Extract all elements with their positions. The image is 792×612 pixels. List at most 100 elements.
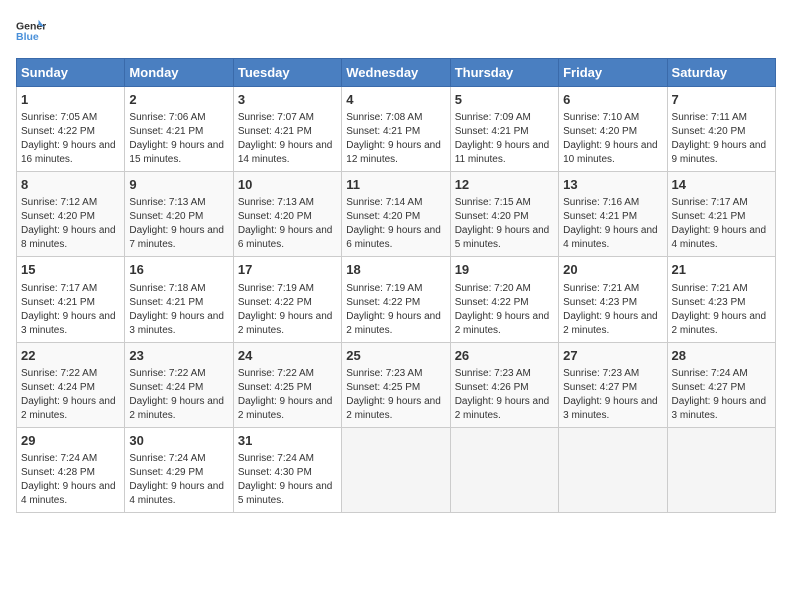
day-info: Sunrise: 7:16 AM Sunset: 4:21 PM Dayligh… bbox=[563, 196, 662, 252]
calendar-cell: 22 Sunrise: 7:22 AM Sunset: 4:24 PM Dayl… bbox=[17, 342, 125, 427]
day-info: Sunrise: 7:14 AM Sunset: 4:20 PM Dayligh… bbox=[346, 196, 445, 252]
calendar-cell: 21 Sunrise: 7:21 AM Sunset: 4:23 PM Dayl… bbox=[667, 257, 775, 342]
day-number: 11 bbox=[346, 176, 445, 194]
calendar-cell: 4 Sunrise: 7:08 AM Sunset: 4:21 PM Dayli… bbox=[342, 87, 450, 172]
calendar-week-row: 8 Sunrise: 7:12 AM Sunset: 4:20 PM Dayli… bbox=[17, 172, 776, 257]
calendar-cell: 2 Sunrise: 7:06 AM Sunset: 4:21 PM Dayli… bbox=[125, 87, 233, 172]
calendar-week-row: 22 Sunrise: 7:22 AM Sunset: 4:24 PM Dayl… bbox=[17, 342, 776, 427]
day-number: 2 bbox=[129, 91, 228, 109]
calendar-cell: 27 Sunrise: 7:23 AM Sunset: 4:27 PM Dayl… bbox=[559, 342, 667, 427]
calendar-cell: 18 Sunrise: 7:19 AM Sunset: 4:22 PM Dayl… bbox=[342, 257, 450, 342]
day-number: 18 bbox=[346, 261, 445, 279]
day-number: 31 bbox=[238, 432, 337, 450]
calendar-cell: 25 Sunrise: 7:23 AM Sunset: 4:25 PM Dayl… bbox=[342, 342, 450, 427]
calendar: SundayMondayTuesdayWednesdayThursdayFrid… bbox=[16, 58, 776, 513]
day-info: Sunrise: 7:05 AM Sunset: 4:22 PM Dayligh… bbox=[21, 111, 120, 167]
calendar-cell: 15 Sunrise: 7:17 AM Sunset: 4:21 PM Dayl… bbox=[17, 257, 125, 342]
day-info: Sunrise: 7:15 AM Sunset: 4:20 PM Dayligh… bbox=[455, 196, 554, 252]
day-number: 24 bbox=[238, 347, 337, 365]
day-info: Sunrise: 7:21 AM Sunset: 4:23 PM Dayligh… bbox=[563, 282, 662, 338]
calendar-cell: 17 Sunrise: 7:19 AM Sunset: 4:22 PM Dayl… bbox=[233, 257, 341, 342]
day-number: 10 bbox=[238, 176, 337, 194]
day-info: Sunrise: 7:08 AM Sunset: 4:21 PM Dayligh… bbox=[346, 111, 445, 167]
calendar-cell: 31 Sunrise: 7:24 AM Sunset: 4:30 PM Dayl… bbox=[233, 427, 341, 512]
svg-text:Blue: Blue bbox=[16, 31, 39, 43]
calendar-cell: 6 Sunrise: 7:10 AM Sunset: 4:20 PM Dayli… bbox=[559, 87, 667, 172]
day-number: 1 bbox=[21, 91, 120, 109]
calendar-cell: 30 Sunrise: 7:24 AM Sunset: 4:29 PM Dayl… bbox=[125, 427, 233, 512]
day-header-saturday: Saturday bbox=[667, 59, 775, 87]
day-info: Sunrise: 7:13 AM Sunset: 4:20 PM Dayligh… bbox=[238, 196, 337, 252]
day-number: 17 bbox=[238, 261, 337, 279]
day-number: 29 bbox=[21, 432, 120, 450]
day-info: Sunrise: 7:24 AM Sunset: 4:27 PM Dayligh… bbox=[672, 367, 771, 423]
day-number: 12 bbox=[455, 176, 554, 194]
calendar-cell: 1 Sunrise: 7:05 AM Sunset: 4:22 PM Dayli… bbox=[17, 87, 125, 172]
calendar-cell: 19 Sunrise: 7:20 AM Sunset: 4:22 PM Dayl… bbox=[450, 257, 558, 342]
calendar-cell bbox=[667, 427, 775, 512]
day-info: Sunrise: 7:13 AM Sunset: 4:20 PM Dayligh… bbox=[129, 196, 228, 252]
calendar-cell: 11 Sunrise: 7:14 AM Sunset: 4:20 PM Dayl… bbox=[342, 172, 450, 257]
day-info: Sunrise: 7:23 AM Sunset: 4:26 PM Dayligh… bbox=[455, 367, 554, 423]
day-header-thursday: Thursday bbox=[450, 59, 558, 87]
day-number: 3 bbox=[238, 91, 337, 109]
day-info: Sunrise: 7:12 AM Sunset: 4:20 PM Dayligh… bbox=[21, 196, 120, 252]
day-number: 5 bbox=[455, 91, 554, 109]
day-number: 19 bbox=[455, 261, 554, 279]
day-number: 22 bbox=[21, 347, 120, 365]
logo-icon: General Blue bbox=[16, 16, 46, 46]
calendar-cell: 12 Sunrise: 7:15 AM Sunset: 4:20 PM Dayl… bbox=[450, 172, 558, 257]
calendar-cell: 8 Sunrise: 7:12 AM Sunset: 4:20 PM Dayli… bbox=[17, 172, 125, 257]
day-number: 15 bbox=[21, 261, 120, 279]
day-info: Sunrise: 7:22 AM Sunset: 4:24 PM Dayligh… bbox=[21, 367, 120, 423]
day-number: 6 bbox=[563, 91, 662, 109]
day-info: Sunrise: 7:19 AM Sunset: 4:22 PM Dayligh… bbox=[238, 282, 337, 338]
calendar-cell: 7 Sunrise: 7:11 AM Sunset: 4:20 PM Dayli… bbox=[667, 87, 775, 172]
header: General Blue bbox=[16, 16, 776, 46]
day-number: 21 bbox=[672, 261, 771, 279]
day-number: 9 bbox=[129, 176, 228, 194]
calendar-cell: 16 Sunrise: 7:18 AM Sunset: 4:21 PM Dayl… bbox=[125, 257, 233, 342]
calendar-cell: 20 Sunrise: 7:21 AM Sunset: 4:23 PM Dayl… bbox=[559, 257, 667, 342]
day-info: Sunrise: 7:21 AM Sunset: 4:23 PM Dayligh… bbox=[672, 282, 771, 338]
day-number: 13 bbox=[563, 176, 662, 194]
day-number: 25 bbox=[346, 347, 445, 365]
calendar-week-row: 1 Sunrise: 7:05 AM Sunset: 4:22 PM Dayli… bbox=[17, 87, 776, 172]
day-number: 30 bbox=[129, 432, 228, 450]
calendar-cell bbox=[450, 427, 558, 512]
calendar-cell: 28 Sunrise: 7:24 AM Sunset: 4:27 PM Dayl… bbox=[667, 342, 775, 427]
day-number: 7 bbox=[672, 91, 771, 109]
day-info: Sunrise: 7:23 AM Sunset: 4:25 PM Dayligh… bbox=[346, 367, 445, 423]
day-number: 16 bbox=[129, 261, 228, 279]
day-header-tuesday: Tuesday bbox=[233, 59, 341, 87]
day-info: Sunrise: 7:07 AM Sunset: 4:21 PM Dayligh… bbox=[238, 111, 337, 167]
day-info: Sunrise: 7:09 AM Sunset: 4:21 PM Dayligh… bbox=[455, 111, 554, 167]
calendar-header-row: SundayMondayTuesdayWednesdayThursdayFrid… bbox=[17, 59, 776, 87]
day-info: Sunrise: 7:24 AM Sunset: 4:30 PM Dayligh… bbox=[238, 452, 337, 508]
day-number: 28 bbox=[672, 347, 771, 365]
day-info: Sunrise: 7:17 AM Sunset: 4:21 PM Dayligh… bbox=[672, 196, 771, 252]
day-number: 27 bbox=[563, 347, 662, 365]
day-number: 8 bbox=[21, 176, 120, 194]
calendar-week-row: 15 Sunrise: 7:17 AM Sunset: 4:21 PM Dayl… bbox=[17, 257, 776, 342]
day-number: 14 bbox=[672, 176, 771, 194]
day-info: Sunrise: 7:10 AM Sunset: 4:20 PM Dayligh… bbox=[563, 111, 662, 167]
day-info: Sunrise: 7:18 AM Sunset: 4:21 PM Dayligh… bbox=[129, 282, 228, 338]
calendar-cell bbox=[342, 427, 450, 512]
day-info: Sunrise: 7:24 AM Sunset: 4:28 PM Dayligh… bbox=[21, 452, 120, 508]
day-info: Sunrise: 7:19 AM Sunset: 4:22 PM Dayligh… bbox=[346, 282, 445, 338]
calendar-cell: 29 Sunrise: 7:24 AM Sunset: 4:28 PM Dayl… bbox=[17, 427, 125, 512]
calendar-cell: 5 Sunrise: 7:09 AM Sunset: 4:21 PM Dayli… bbox=[450, 87, 558, 172]
day-number: 4 bbox=[346, 91, 445, 109]
day-number: 26 bbox=[455, 347, 554, 365]
day-info: Sunrise: 7:23 AM Sunset: 4:27 PM Dayligh… bbox=[563, 367, 662, 423]
logo: General Blue bbox=[16, 16, 50, 46]
calendar-cell: 14 Sunrise: 7:17 AM Sunset: 4:21 PM Dayl… bbox=[667, 172, 775, 257]
day-header-wednesday: Wednesday bbox=[342, 59, 450, 87]
calendar-cell: 23 Sunrise: 7:22 AM Sunset: 4:24 PM Dayl… bbox=[125, 342, 233, 427]
day-number: 23 bbox=[129, 347, 228, 365]
calendar-cell: 13 Sunrise: 7:16 AM Sunset: 4:21 PM Dayl… bbox=[559, 172, 667, 257]
calendar-cell: 24 Sunrise: 7:22 AM Sunset: 4:25 PM Dayl… bbox=[233, 342, 341, 427]
day-info: Sunrise: 7:11 AM Sunset: 4:20 PM Dayligh… bbox=[672, 111, 771, 167]
calendar-week-row: 29 Sunrise: 7:24 AM Sunset: 4:28 PM Dayl… bbox=[17, 427, 776, 512]
